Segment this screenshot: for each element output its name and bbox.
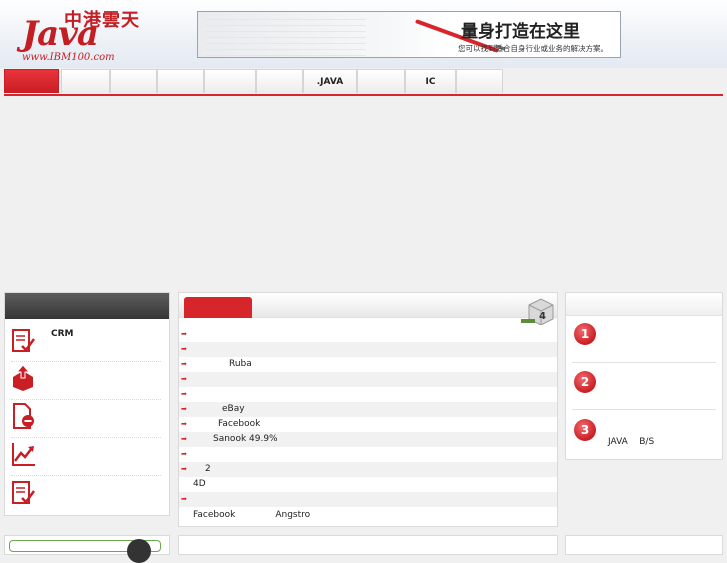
- ranking-panel: 1 2 3 JAVA B/S: [565, 292, 723, 460]
- document-check-icon: [12, 481, 35, 504]
- upload-box-icon: [13, 365, 33, 391]
- news-title[interactable]: Facebook Angstro: [193, 508, 310, 523]
- news-row[interactable]: 4D: [179, 477, 557, 492]
- news-row[interactable]: ➡: [179, 327, 557, 342]
- rank-divider: [572, 362, 716, 363]
- rank-1-badge: 1: [574, 323, 596, 345]
- news-row[interactable]: Facebook Angstro: [179, 508, 557, 523]
- bullet-icon: ➡: [181, 420, 187, 428]
- news-title[interactable]: 4D: [193, 477, 206, 492]
- left-list-item[interactable]: CRM: [11, 323, 161, 362]
- left-list-item[interactable]: [11, 399, 161, 438]
- news-title[interactable]: Ruba: [229, 357, 252, 372]
- left-list-item[interactable]: [11, 437, 161, 476]
- rank-divider: [572, 409, 716, 410]
- bullet-icon: ➡: [181, 390, 187, 398]
- news-row[interactable]: ➡ Sanook 49.9%: [179, 432, 557, 447]
- news-row[interactable]: ➡ Ruba: [179, 357, 557, 372]
- document-check-icon: [12, 329, 35, 352]
- nav-item-2[interactable]: [61, 69, 110, 93]
- logo-title: 中港雲天: [64, 10, 140, 31]
- rank-3-badge: 3: [574, 419, 596, 441]
- news-panel-header: 4: [179, 293, 557, 325]
- left-panel-header: [5, 293, 169, 319]
- site-logo[interactable]: Java 中港雲天 www.IBM100.com: [20, 6, 140, 64]
- news-tab-active[interactable]: [184, 297, 252, 318]
- nav-item-6[interactable]: [256, 69, 303, 93]
- bullet-icon: ➡: [181, 345, 187, 353]
- news-row[interactable]: ➡: [179, 447, 557, 462]
- left-list-item[interactable]: [11, 475, 161, 513]
- bullet-icon: ➡: [181, 435, 187, 443]
- news-row[interactable]: ➡: [179, 372, 557, 387]
- banner-paper-image: [206, 16, 366, 56]
- document-minus-icon: [13, 403, 34, 429]
- news-row[interactable]: ➡ Facebook: [179, 417, 557, 432]
- nav-item-8[interactable]: [357, 69, 405, 93]
- bullet-icon: ➡: [181, 360, 187, 368]
- news-row[interactable]: ➡ 2: [179, 462, 557, 477]
- bullet-icon: ➡: [181, 375, 187, 383]
- bullet-icon: ➡: [181, 465, 187, 473]
- bullet-icon: ➡: [181, 330, 187, 338]
- banner-subline: 您可以找到适合自身行业或业务的解决方案。: [458, 44, 608, 53]
- bottom-center-panel: [178, 535, 558, 555]
- left-list-item[interactable]: [11, 361, 161, 400]
- chart-up-icon: [12, 443, 35, 466]
- avatar: [127, 539, 151, 563]
- news-row[interactable]: ➡: [179, 387, 557, 402]
- news-row[interactable]: ➡ eBay: [179, 402, 557, 417]
- nav-item-3[interactable]: [110, 69, 157, 93]
- bottom-left-panel: [4, 535, 170, 563]
- rank-2-badge: 2: [574, 371, 596, 393]
- svg-text:4: 4: [539, 311, 546, 322]
- top-banner[interactable]: 量身打造在这里 您可以找到适合自身行业或业务的解决方案。: [197, 11, 621, 58]
- bullet-icon: ➡: [181, 495, 187, 503]
- logo-url: www.IBM100.com: [22, 52, 115, 63]
- bullet-icon: ➡: [181, 405, 187, 413]
- main-nav: .JAVA IC: [4, 69, 723, 96]
- rank-3-text[interactable]: JAVA B/S: [608, 437, 654, 447]
- news-title[interactable]: 2: [205, 462, 211, 477]
- news-title[interactable]: eBay: [222, 402, 245, 417]
- news-panel: 4 ➡ ➡ ➡ Ruba ➡ ➡ ➡ eBay ➡ Facebook ➡ San…: [178, 292, 558, 527]
- news-title[interactable]: Facebook: [218, 417, 260, 432]
- nav-item-5[interactable]: [204, 69, 256, 93]
- nav-item-home[interactable]: [4, 69, 59, 93]
- nav-item-java[interactable]: .JAVA: [303, 69, 357, 93]
- left-list-label: CRM: [51, 329, 74, 339]
- bullet-icon: ➡: [181, 450, 187, 458]
- cube-logo-icon: 4: [521, 298, 554, 325]
- news-row[interactable]: ➡: [179, 342, 557, 357]
- ranking-panel-header: [566, 293, 722, 316]
- nav-item-ic[interactable]: IC: [405, 69, 456, 93]
- header: Java 中港雲天 www.IBM100.com 量身打造在这里 您可以找到适合…: [0, 0, 727, 68]
- left-solutions-panel: CRM: [4, 292, 170, 516]
- bottom-right-panel: [565, 535, 723, 555]
- nav-item-4[interactable]: [157, 69, 204, 93]
- news-title[interactable]: Sanook 49.9%: [213, 432, 278, 447]
- news-row[interactable]: ➡: [179, 492, 557, 507]
- nav-item-10[interactable]: [456, 69, 503, 93]
- banner-headline: 量身打造在这里: [461, 22, 580, 42]
